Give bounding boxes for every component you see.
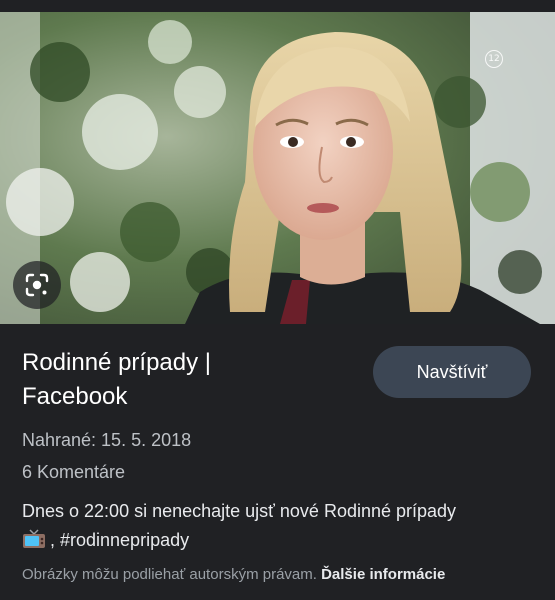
google-lens-button[interactable] bbox=[13, 261, 61, 309]
more-info-link[interactable]: Ďalšie informácie bbox=[321, 566, 445, 583]
result-description: Dnes o 22:00 si nenechajte ujsť nové Rod… bbox=[22, 497, 522, 555]
copyright-notice: Obrázky môžu podliehať autorským právam.… bbox=[22, 566, 445, 583]
top-edge bbox=[0, 0, 555, 12]
upload-date: Nahrané: 15. 5. 2018 bbox=[22, 430, 192, 450]
copyright-text: Obrázky môžu podliehať autorským právam. bbox=[22, 566, 317, 583]
age-rating-badge: 12 bbox=[485, 50, 503, 68]
result-title-line1[interactable]: Rodinné prípady | bbox=[22, 349, 211, 376]
description-line1: Dnes o 22:00 si nenechajte ujsť nové Rod… bbox=[22, 501, 457, 521]
result-title[interactable]: Rodinné prípady | Facebook bbox=[22, 346, 352, 414]
photo-illustration bbox=[0, 12, 555, 324]
google-lens-icon bbox=[25, 273, 49, 297]
description-line2: , #rodinnepripady bbox=[50, 530, 190, 550]
result-title-line2[interactable]: Facebook bbox=[22, 383, 127, 410]
comment-count: 6 Komentáre bbox=[22, 462, 126, 482]
preview-image[interactable]: 12 bbox=[0, 12, 555, 324]
visit-button[interactable]: Navštíviť bbox=[373, 346, 531, 398]
tv-icon bbox=[22, 529, 46, 549]
